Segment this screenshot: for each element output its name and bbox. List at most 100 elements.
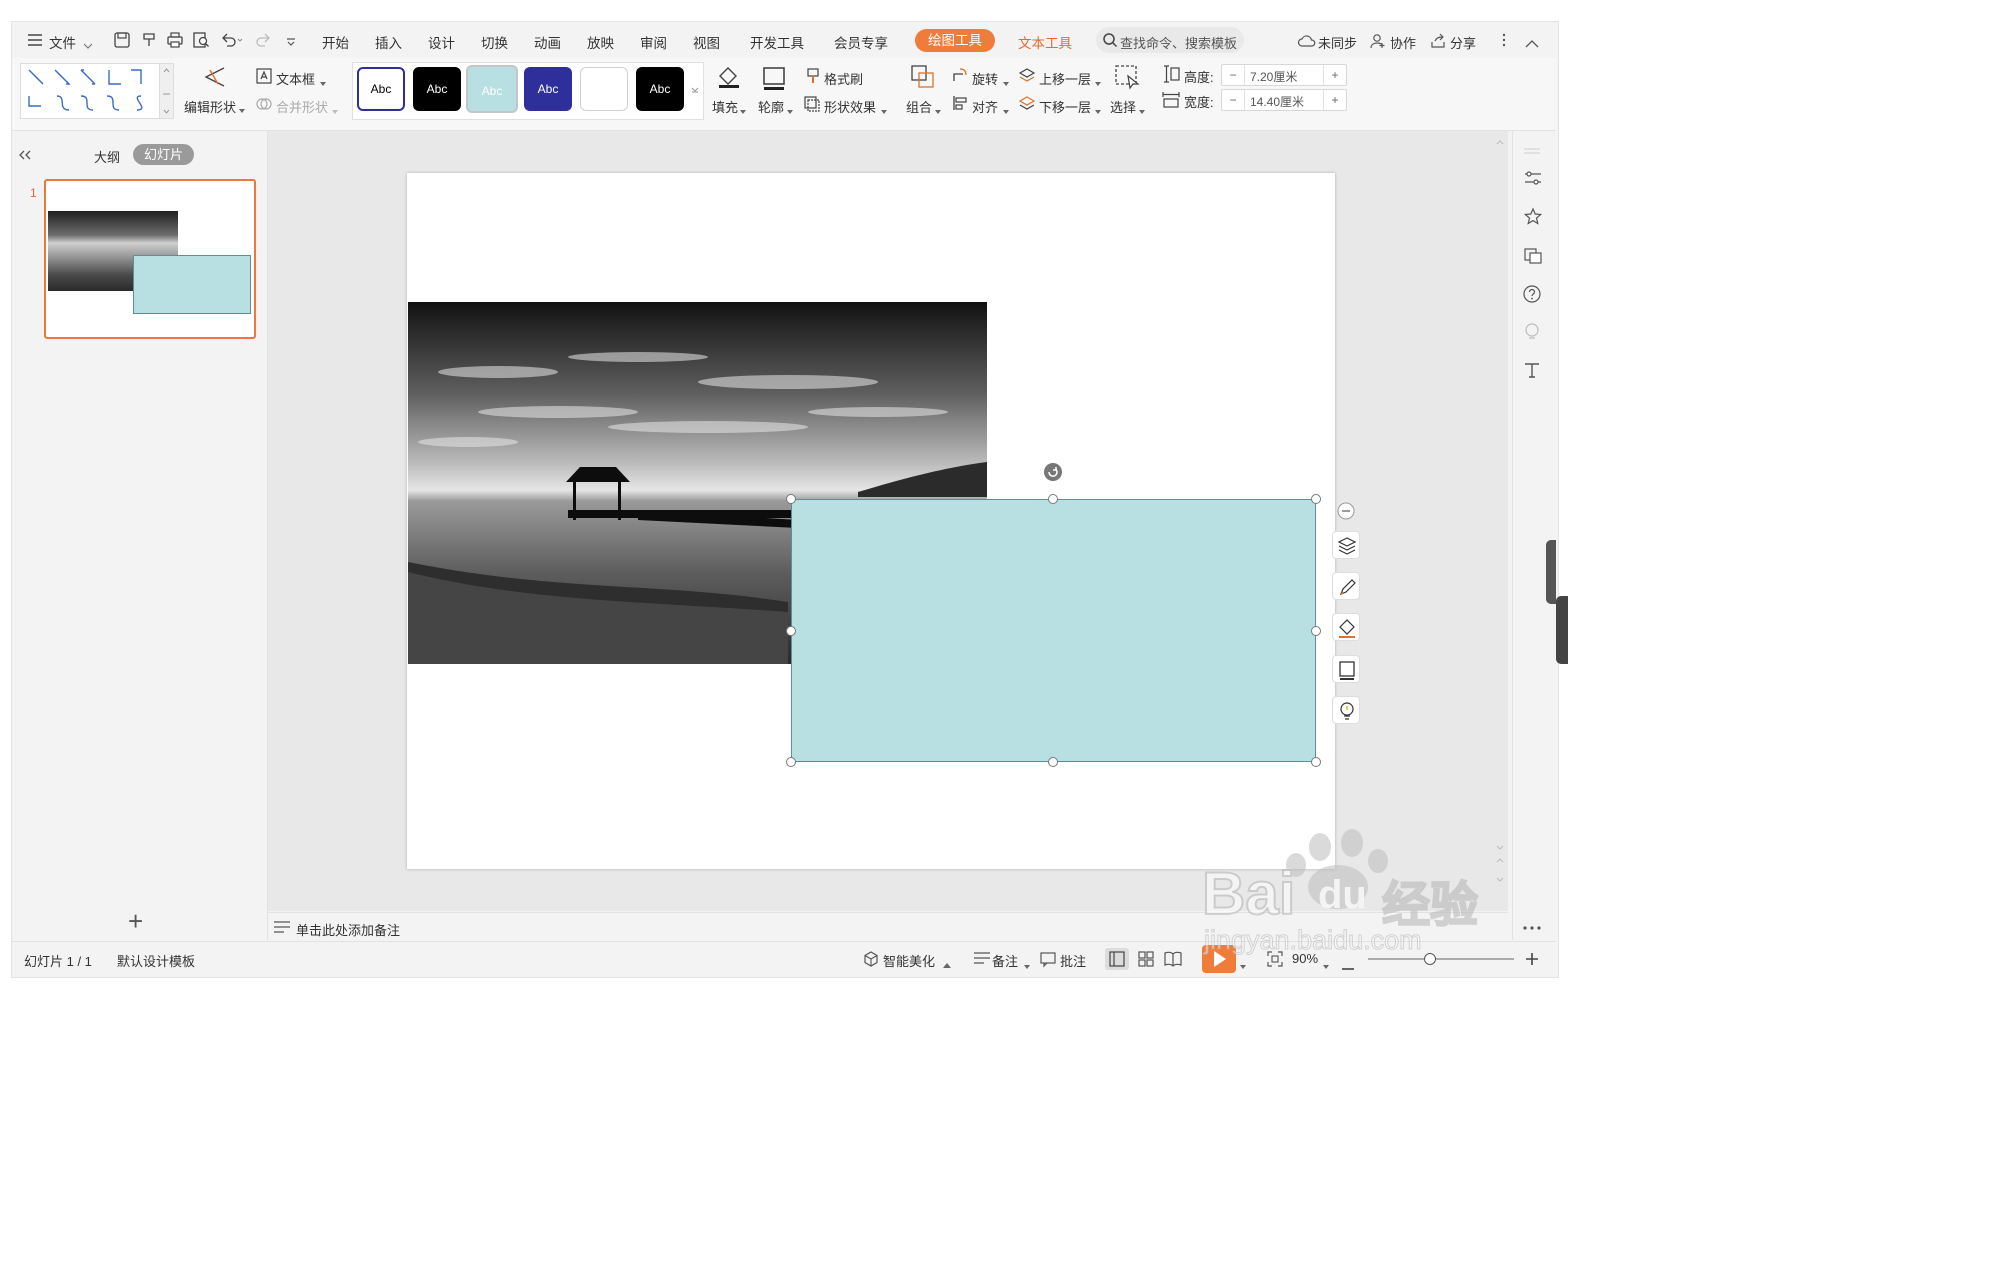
side-drawer-tab[interactable]: [1546, 540, 1556, 604]
style-light-teal[interactable]: Abc: [466, 65, 518, 113]
collaborate-icon[interactable]: [1370, 33, 1386, 52]
height-value[interactable]: 7.20厘米: [1250, 68, 1297, 85]
tab-design[interactable]: 设计: [428, 32, 455, 52]
template-name[interactable]: 默认设计模板: [117, 951, 195, 970]
bring-forward-button[interactable]: 上移一层: [1039, 69, 1091, 88]
add-slide-button[interactable]: +: [128, 906, 143, 937]
align-icon[interactable]: [952, 95, 968, 114]
tab-animation[interactable]: 动画: [534, 32, 561, 52]
float-pen-button[interactable]: [1332, 572, 1360, 600]
width-stepper[interactable]: − 14.40厘米 +: [1221, 89, 1347, 111]
chevron-down-icon[interactable]: [83, 37, 93, 52]
redo-icon[interactable]: [255, 32, 277, 51]
tab-transition[interactable]: 切换: [481, 32, 508, 52]
lightbulb-hint-icon[interactable]: [1524, 323, 1540, 344]
float-idea-button[interactable]: [1332, 696, 1360, 724]
group-icon[interactable]: [910, 64, 936, 95]
settings-sliders-icon[interactable]: [1524, 170, 1542, 189]
tab-view[interactable]: 视图: [693, 32, 720, 52]
help-icon[interactable]: [1523, 285, 1541, 306]
format-brush-icon[interactable]: [806, 68, 820, 87]
tab-outline[interactable]: 大纲: [94, 147, 120, 166]
tab-developer[interactable]: 开发工具: [750, 32, 804, 52]
height-stepper[interactable]: − 7.20厘米 +: [1221, 64, 1347, 86]
send-backward-button[interactable]: 下移一层: [1039, 97, 1091, 116]
save-icon[interactable]: [114, 32, 130, 51]
group-button[interactable]: 组合: [906, 97, 932, 116]
tab-insert[interactable]: 插入: [375, 32, 402, 52]
rotate-icon[interactable]: [952, 67, 968, 86]
float-layers-button[interactable]: [1332, 531, 1360, 559]
collapse-toolbar-icon[interactable]: [1337, 502, 1355, 523]
textbox-button[interactable]: 文本框: [276, 69, 315, 88]
comment-icon[interactable]: [1040, 951, 1056, 970]
resize-handle-top-right[interactable]: [1311, 494, 1321, 504]
style-dark-blue[interactable]: Abc: [524, 67, 572, 111]
notes-toggle-button[interactable]: 备注: [992, 951, 1018, 970]
edit-shape-icon[interactable]: [200, 64, 228, 93]
notes-toggle-icon[interactable]: [974, 952, 990, 969]
search-box[interactable]: 查找命令、搜索模板: [1096, 27, 1244, 53]
bring-forward-icon[interactable]: [1018, 67, 1036, 86]
tab-slideshow[interactable]: 放映: [587, 32, 614, 52]
width-decrease-button[interactable]: −: [1222, 90, 1245, 110]
pin-star-icon[interactable]: [1523, 207, 1543, 229]
more-vertical-icon[interactable]: [1502, 33, 1506, 50]
style-outline-blue[interactable]: Abc: [357, 67, 405, 111]
shape-gallery[interactable]: [20, 63, 160, 119]
tab-text-tools[interactable]: 文本工具: [1018, 32, 1072, 52]
width-value[interactable]: 14.40厘米: [1250, 93, 1304, 110]
grid-view-icon[interactable]: [1138, 951, 1154, 970]
slide-thumbnail[interactable]: [44, 179, 256, 339]
height-increase-button[interactable]: +: [1323, 65, 1346, 85]
format-painter-button[interactable]: 格式刷: [824, 69, 863, 88]
side-drawer-tab-2[interactable]: [1556, 596, 1568, 664]
tab-review[interactable]: 审阅: [640, 32, 667, 52]
align-button[interactable]: 对齐: [972, 97, 998, 116]
fill-icon[interactable]: [716, 64, 742, 93]
tab-member[interactable]: 会员专享: [834, 32, 888, 52]
shape-effect-icon[interactable]: [804, 96, 820, 115]
notes-placeholder[interactable]: 单击此处添加备注: [296, 920, 400, 939]
resize-handle-bottom-right[interactable]: [1311, 757, 1321, 767]
format-painter-icon[interactable]: [141, 32, 157, 51]
reading-view-icon[interactable]: [1164, 951, 1182, 970]
rotate-button[interactable]: 旋转: [972, 69, 998, 88]
select-button[interactable]: 选择: [1110, 97, 1136, 116]
chevron-up-icon[interactable]: [943, 956, 951, 971]
file-menu[interactable]: 文件: [49, 32, 76, 52]
normal-view-icon[interactable]: [1105, 948, 1129, 973]
send-backward-icon[interactable]: [1018, 95, 1036, 114]
textbox-icon[interactable]: [256, 68, 272, 87]
float-fill-button[interactable]: [1332, 613, 1360, 641]
resize-handle-bottom-left[interactable]: [786, 757, 796, 767]
comment-button[interactable]: 批注: [1060, 951, 1086, 970]
style-black-2[interactable]: Abc: [636, 67, 684, 111]
gallery-scroll[interactable]: [159, 63, 174, 119]
select-icon[interactable]: [1114, 64, 1142, 95]
tab-slides[interactable]: 幻灯片: [133, 144, 194, 165]
edit-shape-label[interactable]: 编辑形状: [184, 97, 236, 116]
outline-icon[interactable]: [762, 66, 788, 95]
fill-button[interactable]: 填充: [712, 97, 738, 116]
smart-beautify-icon[interactable]: [863, 951, 879, 970]
more-horizontal-icon[interactable]: [1523, 918, 1541, 933]
resize-handle-top-left[interactable]: [786, 494, 796, 504]
style-black[interactable]: Abc: [413, 67, 461, 111]
outline-button[interactable]: 轮廓: [758, 97, 784, 116]
height-decrease-button[interactable]: −: [1222, 65, 1245, 85]
style-white[interactable]: [580, 67, 628, 111]
collapse-panel-icon[interactable]: [18, 148, 32, 163]
width-increase-button[interactable]: +: [1323, 90, 1346, 110]
share-button[interactable]: 分享: [1450, 33, 1476, 52]
rotate-handle-icon[interactable]: [1043, 462, 1063, 485]
cloud-sync-icon[interactable]: [1297, 34, 1316, 51]
resize-handle-right[interactable]: [1311, 626, 1321, 636]
collapse-ribbon-icon[interactable]: [1525, 36, 1539, 51]
transition-icon[interactable]: [1524, 246, 1542, 267]
text-style-icon[interactable]: [1524, 362, 1540, 381]
customize-toolbar-icon[interactable]: [286, 35, 296, 50]
zoom-in-icon[interactable]: [1526, 953, 1538, 968]
resize-handle-left[interactable]: [786, 626, 796, 636]
float-outline-button[interactable]: [1332, 655, 1360, 683]
